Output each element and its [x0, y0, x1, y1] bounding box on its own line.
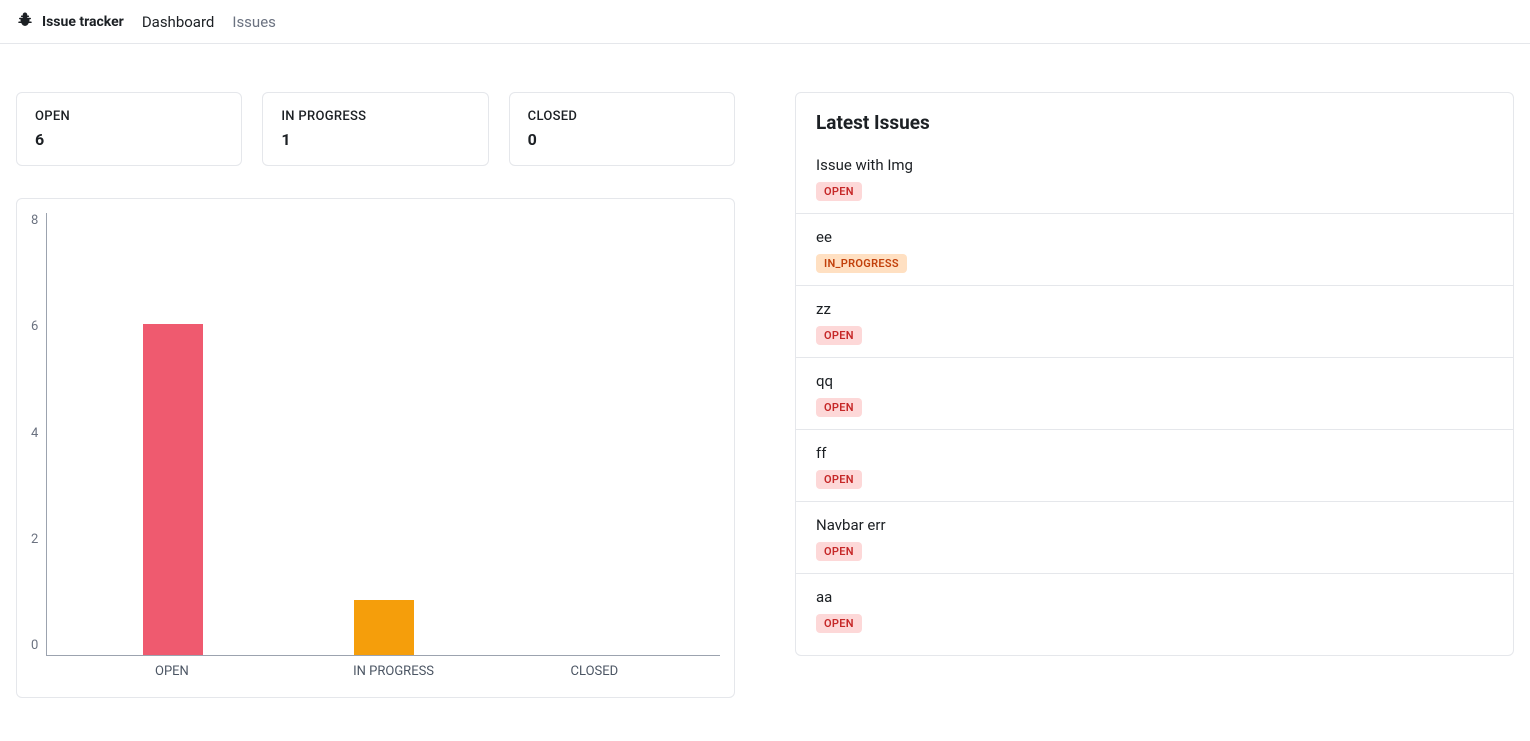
- issue-item[interactable]: aa OPEN: [796, 574, 1513, 645]
- latest-issues-card: Latest Issues Issue with Img OPEN ee IN_PRO…: [795, 92, 1514, 656]
- x-label: CLOSED: [564, 664, 624, 679]
- stat-card-closed: CLOSED 0: [509, 92, 735, 166]
- stat-value: 0: [528, 130, 716, 149]
- y-tick: 4: [31, 426, 38, 441]
- plot-area: [46, 213, 720, 656]
- x-axis-labels: OPEN IN PROGRESS CLOSED: [46, 656, 720, 679]
- status-badge: OPEN: [816, 182, 862, 201]
- y-tick: 6: [31, 319, 38, 334]
- status-badge: IN_PROGRESS: [816, 254, 907, 273]
- left-column: OPEN 6 IN PROGRESS 1 CLOSED 0 8 6 4 2 0 OPEN…: [16, 92, 735, 698]
- issue-item[interactable]: Navbar err OPEN: [796, 502, 1513, 574]
- nav-links: Dashboard Issues: [142, 13, 276, 31]
- y-tick: 8: [31, 213, 38, 228]
- brand[interactable]: Issue tracker: [16, 11, 124, 33]
- issue-title: ff: [816, 444, 1493, 462]
- stat-label: CLOSED: [528, 109, 716, 124]
- issue-title: Issue with Img: [816, 156, 1493, 174]
- status-badge: OPEN: [816, 614, 862, 633]
- issue-title: zz: [816, 300, 1493, 318]
- stat-label: IN PROGRESS: [281, 109, 469, 124]
- y-tick: 0: [31, 638, 38, 653]
- chart-card: 8 6 4 2 0 OPEN IN PROGRESS CLOSED: [16, 198, 735, 698]
- bug-icon: [16, 11, 34, 33]
- stat-value: 1: [281, 130, 469, 149]
- nav-link-issues[interactable]: Issues: [232, 13, 276, 31]
- issue-item[interactable]: Issue with Img OPEN: [796, 142, 1513, 214]
- issue-title: aa: [816, 588, 1493, 606]
- stat-card-open: OPEN 6: [16, 92, 242, 166]
- issue-title: qq: [816, 372, 1493, 390]
- status-badge: OPEN: [816, 326, 862, 345]
- issue-title: Navbar err: [816, 516, 1493, 534]
- page: OPEN 6 IN PROGRESS 1 CLOSED 0 8 6 4 2 0 OPEN…: [0, 44, 1530, 722]
- brand-title: Issue tracker: [42, 14, 124, 30]
- bar-open: [143, 324, 203, 656]
- issue-item[interactable]: qq OPEN: [796, 358, 1513, 430]
- status-badge: OPEN: [816, 398, 862, 417]
- latest-issues-list: Issue with Img OPEN ee IN_PROGRESSzz OPEN qq O…: [796, 142, 1513, 645]
- y-tick: 2: [31, 532, 38, 547]
- nav-link-dashboard[interactable]: Dashboard: [142, 13, 215, 31]
- stat-card-inprogress: IN PROGRESS 1: [262, 92, 488, 166]
- status-badge: OPEN: [816, 542, 862, 561]
- issue-item[interactable]: ee IN_PROGRESS: [796, 214, 1513, 286]
- stats-row: OPEN 6 IN PROGRESS 1 CLOSED 0: [16, 92, 735, 166]
- y-axis: 8 6 4 2 0: [31, 213, 46, 679]
- bar-chart: 8 6 4 2 0 OPEN IN PROGRESS CLOSED: [31, 213, 720, 679]
- x-label: OPEN: [142, 664, 202, 679]
- x-label: IN PROGRESS: [353, 664, 413, 679]
- bar-in-progress: [354, 600, 414, 655]
- issue-item[interactable]: zz OPEN: [796, 286, 1513, 358]
- stat-value: 6: [35, 130, 223, 149]
- top-navbar: Issue tracker Dashboard Issues: [0, 0, 1530, 44]
- status-badge: OPEN: [816, 470, 862, 489]
- latest-issues-heading: Latest Issues: [796, 111, 1513, 142]
- right-column: Latest Issues Issue with Img OPEN ee IN_PRO…: [795, 92, 1514, 698]
- stat-label: OPEN: [35, 109, 223, 124]
- issue-item[interactable]: ff OPEN: [796, 430, 1513, 502]
- issue-title: ee: [816, 228, 1493, 246]
